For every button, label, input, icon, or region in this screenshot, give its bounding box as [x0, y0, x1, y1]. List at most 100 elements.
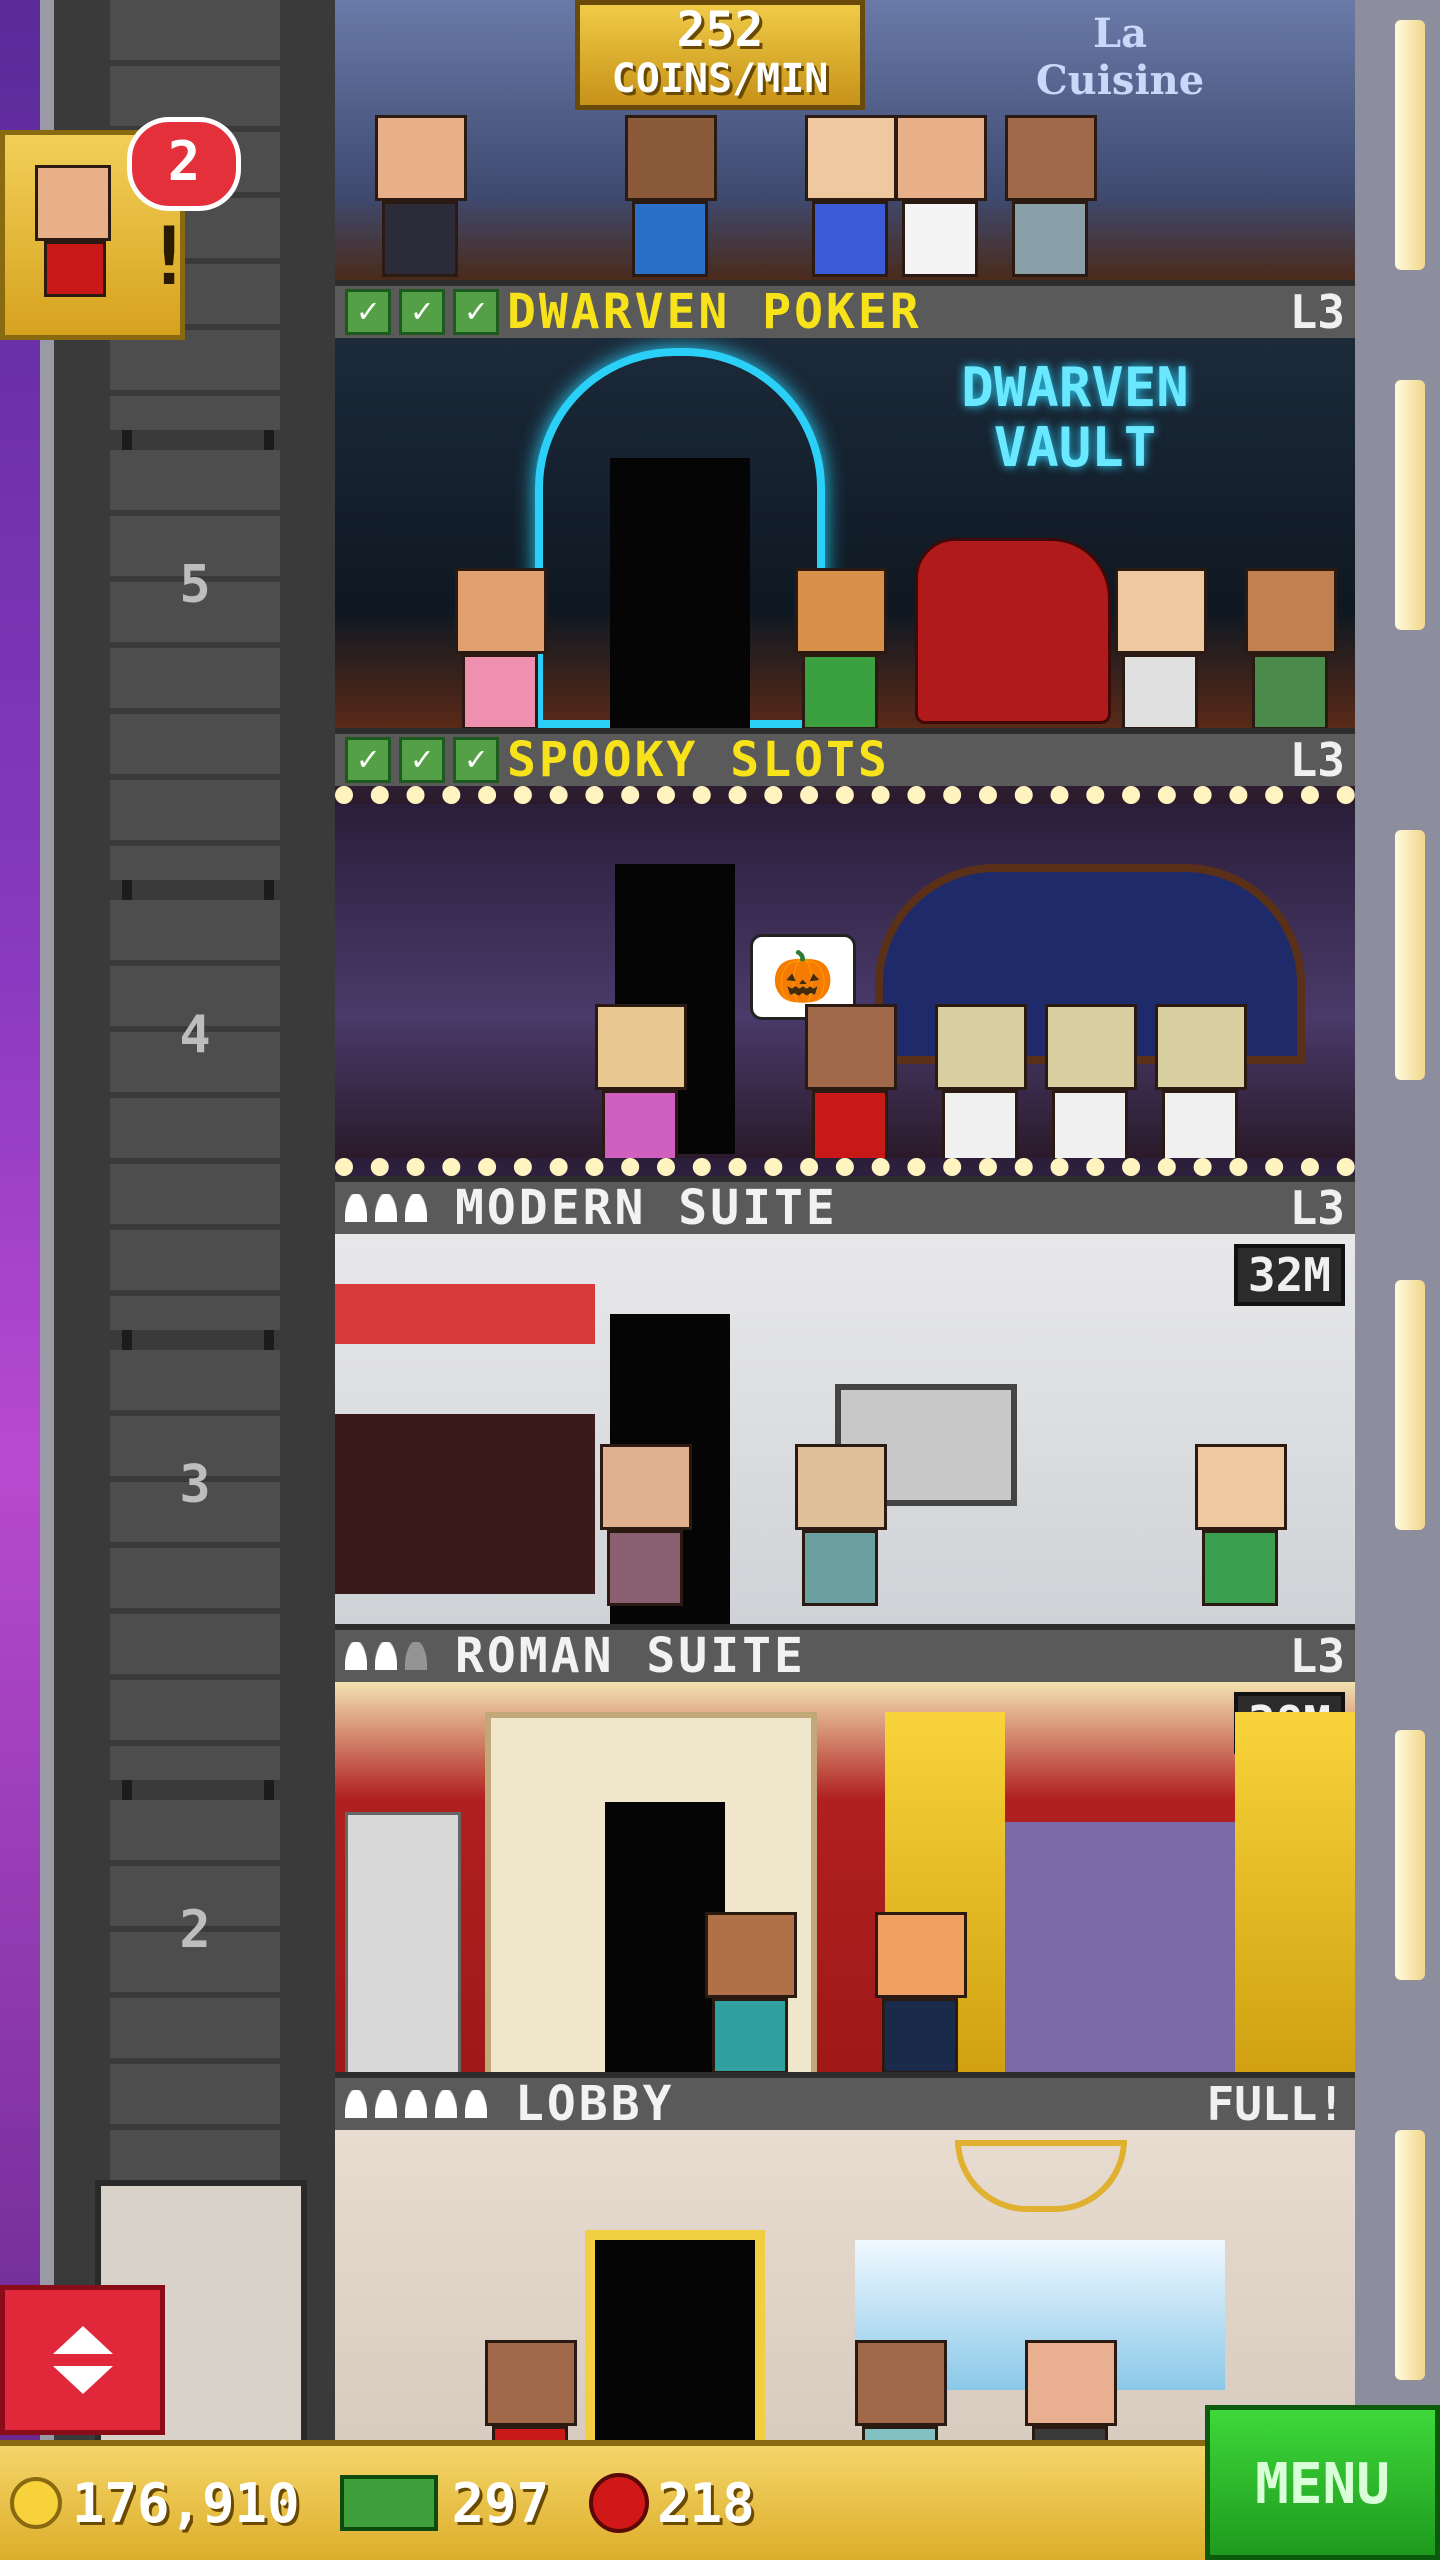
resident-icon	[465, 2090, 487, 2118]
elevator-wall	[110, 1800, 280, 2230]
red-wall-panel	[335, 1284, 595, 1344]
up-arrow-icon	[52, 2326, 113, 2354]
menu-button[interactable]: MENU	[1205, 2405, 1440, 2560]
floor-level: L3	[1289, 1181, 1345, 1235]
elevator-floor-number: 5	[179, 555, 211, 615]
resident-icon	[375, 1642, 397, 1670]
chef-character[interactable]	[895, 115, 987, 277]
coins-per-minute-sign: 252 COINS/MIN	[575, 0, 865, 110]
cash-stat: 297	[339, 2471, 550, 2535]
bellhop-character[interactable]	[485, 2340, 577, 2442]
resident-icon	[345, 1642, 367, 1670]
tower-outer-wall	[1355, 0, 1440, 2440]
guest-character[interactable]	[375, 115, 467, 277]
check-icon: ✓	[453, 289, 499, 335]
window-light	[1395, 1280, 1425, 1530]
floor-title: DWARVEN POKER	[507, 284, 922, 340]
bellhop-avatar	[35, 165, 115, 325]
elevator-wall	[110, 900, 280, 1330]
guest-character[interactable]	[1115, 568, 1207, 728]
slot-machine-skeleton	[1045, 1004, 1137, 1158]
floor-banner: MODERN SUITE L3	[335, 1176, 1355, 1236]
floor-title: MODERN SUITE	[455, 1180, 838, 1236]
floor-title: SPOOKY SLOTS	[507, 732, 890, 788]
guest-character[interactable]	[855, 2340, 947, 2442]
elevator-up-down-button[interactable]	[0, 2285, 165, 2435]
guest-character[interactable]	[625, 115, 717, 277]
cash-value: 297	[451, 2471, 550, 2535]
floor-spooky-slots[interactable]: ✓ ✓ ✓ SPOOKY SLOTS L3 🎃	[335, 728, 1355, 1176]
resident-icon	[405, 2090, 427, 2118]
vault-sign: DWARVEN VAULT	[961, 356, 1189, 479]
guest-character[interactable]	[1245, 568, 1337, 728]
bux-value: 218	[657, 2471, 755, 2535]
tower-bux-icon	[589, 2473, 650, 2533]
bellhop-character[interactable]	[805, 1004, 897, 1158]
bux-stat: 218	[589, 2472, 755, 2535]
elevator-wall	[110, 450, 280, 880]
coins-per-minute-label: COINS/MIN	[611, 56, 829, 102]
guest-character[interactable]	[455, 568, 547, 728]
resident-icon	[345, 1194, 367, 1222]
dwarf-character[interactable]	[795, 568, 887, 728]
elevator-floor-number: 3	[179, 1455, 211, 1515]
floor-banner: ROMAN SUITE L3	[335, 1624, 1355, 1684]
lobby-room	[335, 2130, 1355, 2442]
slot-machine-skeleton	[1155, 1004, 1247, 1158]
floor-title: LOBBY	[515, 2076, 675, 2132]
floor-status: FULL!	[1206, 2077, 1345, 2131]
lobby-door	[585, 2230, 765, 2442]
notification-badge: 2	[127, 117, 241, 211]
slot-machine-skeleton	[935, 1004, 1027, 1158]
cash-icon	[339, 2475, 438, 2531]
floor-banner: LOBBY FULL!	[335, 2072, 1355, 2132]
guest-character[interactable]	[795, 1444, 887, 1606]
guest-character[interactable]	[595, 1004, 687, 1158]
window-light	[1395, 20, 1425, 270]
restaurant-sign: La Cuisine	[1035, 10, 1205, 104]
resident-icon	[345, 2090, 367, 2118]
bellhop-notification-button[interactable]: ! 2	[0, 117, 241, 340]
guest-character[interactable]	[805, 115, 897, 277]
check-icon: ✓	[453, 737, 499, 783]
floor-level: L3	[1289, 285, 1345, 339]
resident-icon-empty	[405, 1642, 427, 1670]
chandelier	[955, 2140, 1127, 2212]
coin-icon	[10, 2477, 62, 2529]
gold-curtain	[1235, 1712, 1355, 2072]
room-door	[610, 458, 750, 728]
guest-character[interactable]	[1005, 115, 1097, 277]
guest-character[interactable]	[875, 1912, 967, 2072]
price-tag[interactable]: 32M	[1233, 1244, 1345, 1306]
coins-stat: 176,910	[10, 2472, 300, 2535]
window-light	[1395, 380, 1425, 630]
resident-icon	[375, 1194, 397, 1222]
elevator-floor-number: 2	[179, 1900, 211, 1960]
check-icon: ✓	[399, 737, 445, 783]
guest-character[interactable]	[705, 1912, 797, 2072]
coins-per-minute-value: 252	[676, 2, 764, 58]
resident-icon	[435, 2090, 457, 2118]
roman-suite-room: 38M	[335, 1682, 1355, 2072]
window-light	[1395, 1730, 1425, 1980]
down-arrow-icon	[52, 2366, 113, 2394]
modern-suite-room: 32M	[335, 1234, 1355, 1624]
floor-roman-suite[interactable]: ROMAN SUITE L3 38M	[335, 1624, 1355, 2072]
floor-title: ROMAN SUITE	[455, 1628, 806, 1684]
guest-character[interactable]	[600, 1444, 692, 1606]
window-light	[1395, 2130, 1425, 2380]
elevator-wall	[110, 1350, 280, 1780]
floor-banner: ✓ ✓ ✓ DWARVEN POKER L3	[335, 280, 1355, 340]
floor-dwarven-poker[interactable]: ✓ ✓ ✓ DWARVEN POKER L3 DWARVEN VAULT	[335, 280, 1355, 728]
floor-lobby[interactable]: LOBBY FULL!	[335, 2072, 1355, 2442]
dragon-figure	[915, 538, 1111, 724]
check-icon: ✓	[345, 289, 391, 335]
resident-icon	[405, 1194, 427, 1222]
elevator-floor-number: 4	[179, 1005, 211, 1065]
floor-level: L3	[1289, 1629, 1345, 1683]
window-light	[1395, 830, 1425, 1080]
guest-character[interactable]	[1195, 1444, 1287, 1606]
resident-icon	[375, 2090, 397, 2118]
floor-modern-suite[interactable]: MODERN SUITE L3 32M	[335, 1176, 1355, 1624]
guest-character[interactable]	[1025, 2340, 1117, 2442]
